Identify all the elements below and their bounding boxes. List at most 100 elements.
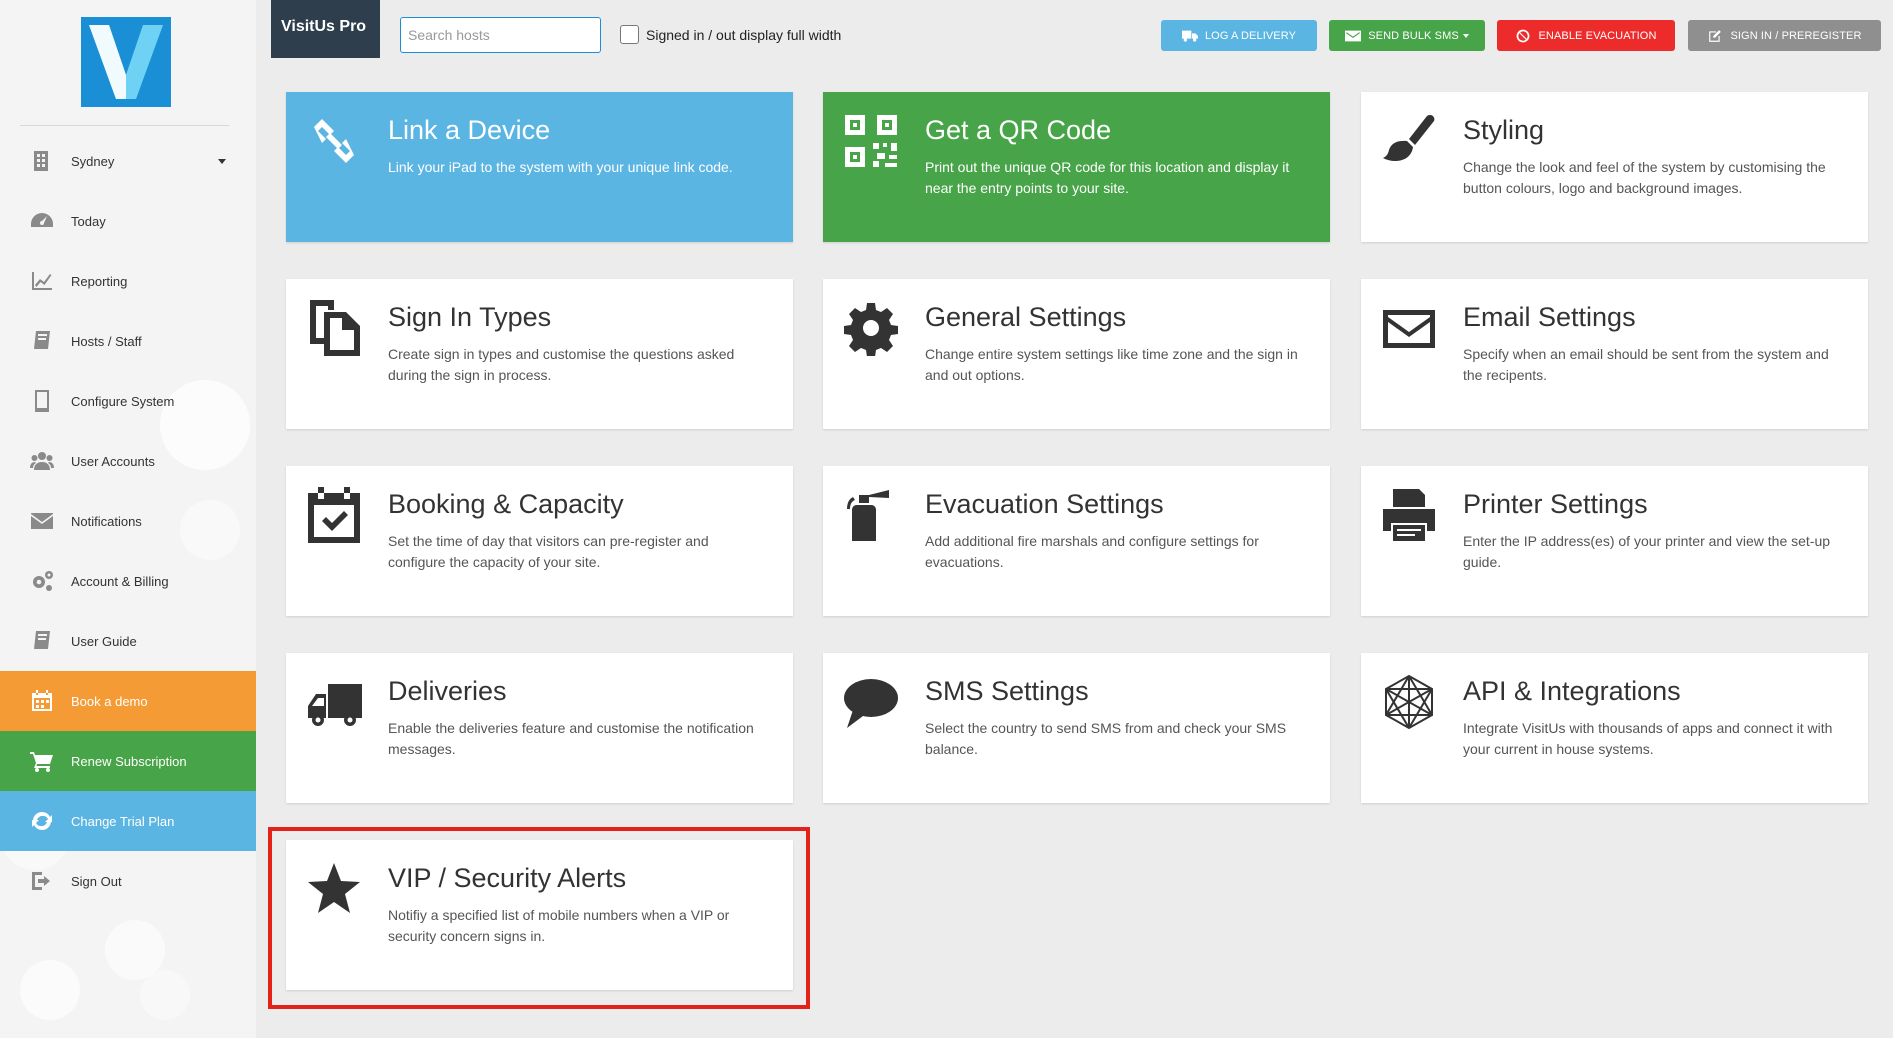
sign-in-preregister-label: SIGN IN / PREREGISTER	[1730, 29, 1862, 42]
calendar-icon	[27, 688, 57, 714]
network-icon	[1381, 674, 1437, 730]
card-description: Enable the deliveries feature and custom…	[388, 720, 754, 757]
card-sign-in-types[interactable]: Sign In Types Create sign in types and c…	[286, 279, 793, 429]
sidebar-item-label: Book a demo	[71, 693, 148, 709]
card-description: Change the look and feel of the system b…	[1463, 159, 1826, 196]
sidebar-item-label: Sign Out	[71, 873, 122, 889]
files-icon	[306, 300, 362, 356]
sidebar-item-configure-system[interactable]: Configure System	[0, 371, 256, 431]
visitus-logo[interactable]	[81, 17, 171, 107]
truck-icon	[1181, 30, 1198, 42]
sidebar-item-label: Renew Subscription	[71, 753, 187, 769]
card-link-device[interactable]: Link a Device Link your iPad to the syst…	[286, 92, 793, 242]
card-general-settings[interactable]: General Settings Change entire system se…	[823, 279, 1330, 429]
card-deliveries[interactable]: Deliveries Enable the deliveries feature…	[286, 653, 793, 803]
sidebar-item-location[interactable]: Sydney	[0, 131, 256, 191]
chevron-down-icon	[218, 159, 226, 164]
card-title: Evacuation Settings	[925, 489, 1164, 519]
building-icon	[27, 148, 57, 174]
sidebar-item-book-demo[interactable]: Book a demo	[0, 671, 256, 731]
card-title: SMS Settings	[925, 676, 1089, 706]
card-title: Printer Settings	[1463, 489, 1648, 519]
refresh-icon	[27, 808, 57, 834]
logo-icon	[89, 25, 163, 99]
sign-in-preregister-button[interactable]: SIGN IN / PREREGISTER	[1688, 20, 1881, 51]
card-description: Integrate VisitUs with thousands of apps…	[1463, 720, 1833, 757]
sidebar-item-label: Account & Billing	[71, 573, 169, 589]
card-description: Create sign in types and customise the q…	[388, 346, 735, 383]
card-description: Change entire system settings like time …	[925, 346, 1298, 383]
envelope-icon	[1381, 300, 1437, 356]
ban-icon	[1517, 29, 1530, 42]
log-delivery-button[interactable]: LOG A DELIVERY	[1161, 20, 1317, 51]
card-evacuation-settings[interactable]: Evacuation Settings Add additional fire …	[823, 466, 1330, 616]
gear-icon	[843, 300, 899, 357]
card-api-integrations[interactable]: API & Integrations Integrate VisitUs wit…	[1361, 653, 1868, 803]
fire-extinguisher-icon	[843, 487, 899, 543]
card-description: Print out the unique QR code for this lo…	[925, 159, 1290, 196]
card-sms-settings[interactable]: SMS Settings Select the country to send …	[823, 653, 1330, 803]
book-icon	[27, 328, 57, 354]
full-width-checkbox[interactable]	[620, 25, 639, 44]
card-get-qr-code[interactable]: Get a QR Code Print out the unique QR co…	[823, 92, 1330, 242]
card-printer-settings[interactable]: Printer Settings Enter the IP address(es…	[1361, 466, 1868, 616]
log-delivery-label: LOG A DELIVERY	[1204, 29, 1297, 42]
sidebar-item-reporting[interactable]: Reporting	[0, 251, 256, 311]
sidebar-item-account-billing[interactable]: Account & Billing	[0, 551, 256, 611]
card-title: Booking & Capacity	[388, 489, 624, 519]
sidebar-item-hosts-staff[interactable]: Hosts / Staff	[0, 311, 256, 371]
link-icon	[306, 113, 362, 169]
card-styling[interactable]: Styling Change the look and feel of the …	[1361, 92, 1868, 242]
enable-evacuation-label: ENABLE EVACUATION	[1538, 29, 1657, 42]
printer-icon	[1381, 487, 1437, 543]
card-title: Sign In Types	[388, 302, 552, 332]
send-bulk-sms-label: SEND BULK SMS	[1368, 29, 1459, 42]
full-width-toggle[interactable]: Signed in / out display full width	[620, 25, 841, 44]
sidebar-item-label: Hosts / Staff	[71, 333, 142, 349]
line-chart-icon	[27, 268, 57, 294]
paint-brush-icon	[1381, 113, 1437, 169]
cart-icon	[27, 748, 57, 774]
book-icon	[27, 628, 57, 654]
tablet-icon	[27, 388, 57, 414]
dashboard-icon	[27, 208, 57, 234]
sidebar-item-label: Reporting	[71, 273, 128, 289]
highlight-box	[268, 827, 810, 1009]
sidebar: Sydney Today Reporting Hosts / Staff Con…	[0, 0, 256, 1038]
sidebar-item-notifications[interactable]: Notifications	[0, 491, 256, 551]
speech-bubble-icon	[843, 674, 899, 730]
sidebar-item-user-guide[interactable]: User Guide	[0, 611, 256, 671]
sidebar-item-renew-subscription[interactable]: Renew Subscription	[0, 731, 256, 791]
envelope-icon	[27, 508, 57, 534]
card-email-settings[interactable]: Email Settings Specify when an email sho…	[1361, 279, 1868, 429]
qr-code-icon	[843, 113, 899, 169]
card-title: Link a Device	[388, 115, 551, 145]
sign-out-icon	[27, 868, 57, 894]
sidebar-item-sign-out[interactable]: Sign Out	[0, 851, 256, 911]
sidebar-nav: Sydney Today Reporting Hosts / Staff Con…	[0, 131, 256, 911]
card-title: Deliveries	[388, 676, 507, 706]
enable-evacuation-button[interactable]: ENABLE EVACUATION	[1497, 20, 1675, 51]
card-description: Link your iPad to the system with your u…	[388, 159, 733, 175]
card-title: Styling	[1463, 115, 1545, 145]
sidebar-item-label: Configure System	[71, 393, 175, 409]
sidebar-item-label: User Accounts	[71, 453, 155, 469]
sidebar-item-label: Today	[71, 213, 106, 229]
users-icon	[27, 448, 57, 474]
sidebar-item-today[interactable]: Today	[0, 191, 256, 251]
search-hosts-input[interactable]	[400, 17, 601, 53]
card-description: Set the time of day that visitors can pr…	[388, 533, 709, 570]
card-description: Add additional fire marshals and configu…	[925, 533, 1259, 570]
sidebar-item-change-trial-plan[interactable]: Change Trial Plan	[0, 791, 256, 851]
card-booking-capacity[interactable]: Booking & Capacity Set the time of day t…	[286, 466, 793, 616]
envelope-icon	[1345, 30, 1362, 41]
card-description: Specify when an email should be sent fro…	[1463, 346, 1829, 383]
divider	[20, 125, 229, 126]
sidebar-item-user-accounts[interactable]: User Accounts	[0, 431, 256, 491]
sidebar-item-label: Sydney	[71, 153, 115, 169]
edit-icon	[1709, 29, 1722, 42]
sidebar-item-label: User Guide	[71, 633, 137, 649]
caret-down-icon	[1462, 33, 1469, 38]
send-bulk-sms-button[interactable]: SEND BULK SMS	[1329, 20, 1485, 51]
card-description: Select the country to send SMS from and …	[925, 720, 1287, 757]
